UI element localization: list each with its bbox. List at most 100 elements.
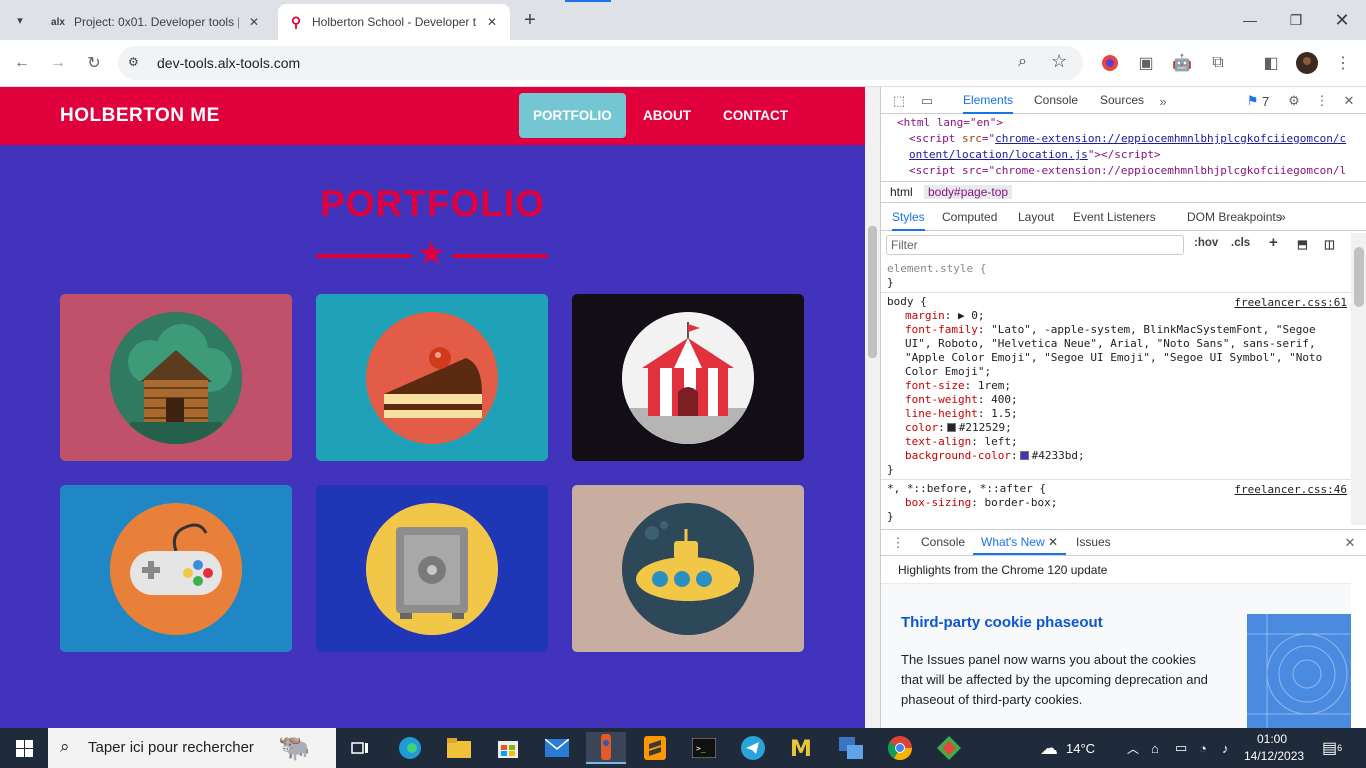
- chrome-icon[interactable]: [880, 732, 920, 764]
- reload-icon[interactable]: ↻: [81, 50, 107, 76]
- subtab-event-listeners[interactable]: Event Listeners: [1073, 204, 1156, 231]
- sublime-text-icon[interactable]: [635, 732, 675, 764]
- dom-script-line[interactable]: <script src="chrome-extension://eppiocem…: [897, 131, 1351, 147]
- clock[interactable]: 01:00 14/12/2023: [1244, 731, 1304, 765]
- feature-title[interactable]: Third-party cookie phaseout: [901, 614, 1103, 631]
- decl-text-align[interactable]: text-align: left;: [887, 435, 1345, 449]
- mail-icon[interactable]: [537, 732, 577, 764]
- edge-icon[interactable]: [390, 732, 430, 764]
- color-swatch[interactable]: [1019, 451, 1029, 460]
- side-panel-icon[interactable]: ◧: [1258, 50, 1284, 76]
- weather-widget[interactable]: ☁ 14°C: [1040, 728, 1095, 768]
- subtab-styles[interactable]: Styles: [892, 204, 925, 231]
- extensions-puzzle-icon[interactable]: ⧉: [1205, 50, 1231, 76]
- element-style-rule[interactable]: element.style { }: [881, 260, 1351, 293]
- drawer-tab-issues[interactable]: Issues: [1076, 530, 1111, 555]
- more-subtabs-icon[interactable]: »: [1279, 204, 1286, 231]
- decl-font-weight[interactable]: font-weight: 400;: [887, 393, 1345, 407]
- decl-line-height[interactable]: line-height: 1.5;: [887, 407, 1345, 421]
- extension-color-icon[interactable]: [1097, 50, 1123, 76]
- portfolio-item-circus[interactable]: [572, 294, 804, 461]
- crumb-html[interactable]: html: [886, 185, 917, 199]
- subtab-layout[interactable]: Layout: [1018, 204, 1054, 231]
- profile-avatar[interactable]: [1294, 50, 1320, 76]
- nav-contact[interactable]: CONTACT: [709, 93, 802, 138]
- styles-scrollbar-thumb[interactable]: [1354, 247, 1364, 307]
- store-icon[interactable]: [488, 732, 528, 764]
- minimize-icon[interactable]: —: [1238, 8, 1262, 32]
- dom-script-line-2[interactable]: <script src="chrome-extension://eppiocem…: [897, 163, 1351, 179]
- extension-robot-icon[interactable]: 🤖: [1169, 50, 1195, 76]
- settings-gear-icon[interactable]: ⚙: [1285, 92, 1303, 110]
- address-bar[interactable]: ⚙ dev-tools.alx-tools.com ⌕ ☆: [118, 46, 1083, 80]
- body-rule[interactable]: body { freelancer.css:61 margin: ▶ 0; fo…: [881, 293, 1351, 480]
- decl-font-size[interactable]: font-size: 1rem;: [887, 379, 1345, 393]
- extension-box-icon[interactable]: ▣: [1133, 50, 1159, 76]
- tab-elements[interactable]: Elements: [963, 87, 1014, 114]
- decl-background-color[interactable]: background-color: #4233bd;: [887, 449, 1345, 463]
- telegram-icon[interactable]: [733, 732, 773, 764]
- toggle-sidebar-icon[interactable]: ◫: [1324, 237, 1335, 251]
- close-window-icon[interactable]: ✕: [1330, 8, 1354, 32]
- universal-rule-source-link[interactable]: freelancer.css:46: [1234, 483, 1347, 497]
- dom-tree[interactable]: <html lang="en"> <script src="chrome-ext…: [881, 115, 1351, 179]
- element-state-icon[interactable]: ⬒: [1297, 237, 1308, 251]
- inspect-element-icon[interactable]: ⬚: [890, 92, 908, 110]
- notifications-icon[interactable]: ▤ 6: [1322, 728, 1342, 768]
- tray-meet-icon[interactable]: ⌂: [1151, 728, 1159, 768]
- menu-kebab-icon[interactable]: ⋮: [1330, 50, 1356, 76]
- site-brand[interactable]: HOLBERTON ME: [60, 105, 220, 127]
- page-scrollbar[interactable]: [865, 87, 880, 728]
- new-rule-icon[interactable]: +: [1269, 234, 1278, 251]
- color-swatch[interactable]: [946, 423, 956, 432]
- site-info-icon[interactable]: ⚙: [128, 55, 144, 71]
- tab-project[interactable]: alx Project: 0x01. Developer tools | ✕: [40, 4, 272, 40]
- restore-icon[interactable]: ❐: [1284, 8, 1308, 32]
- portfolio-item-submarine[interactable]: [572, 485, 804, 652]
- nav-about[interactable]: ABOUT: [629, 93, 705, 138]
- subtab-dom-breakpoints[interactable]: DOM Breakpoints: [1187, 204, 1282, 231]
- decl-color[interactable]: color: #212529;: [887, 421, 1345, 435]
- portfolio-item-cake[interactable]: [316, 294, 548, 461]
- task-view-icon[interactable]: [340, 732, 380, 764]
- network-app-icon[interactable]: [831, 732, 871, 764]
- hov-toggle[interactable]: :hov: [1194, 237, 1218, 249]
- start-button[interactable]: [0, 728, 48, 768]
- portfolio-item-safe[interactable]: [316, 485, 548, 652]
- close-drawer-icon[interactable]: ✕: [1341, 534, 1359, 552]
- close-icon[interactable]: ✕: [484, 14, 500, 30]
- tray-chevron-icon[interactable]: ︿: [1127, 728, 1139, 768]
- devtools-menu-icon[interactable]: ⋮: [1313, 92, 1331, 110]
- tab-holberton[interactable]: ⚲ Holberton School - Developer t ✕: [278, 4, 510, 40]
- close-icon[interactable]: ✕: [246, 14, 262, 30]
- bookmark-star-icon[interactable]: ☆: [1051, 51, 1067, 72]
- decl-box-sizing[interactable]: box-sizing: border-box;: [887, 496, 1345, 510]
- close-icon[interactable]: ✕: [1048, 535, 1058, 549]
- forward-icon[interactable]: →: [45, 50, 71, 76]
- new-tab-button[interactable]: +: [518, 8, 542, 32]
- crumb-body[interactable]: body#page-top: [924, 185, 1013, 199]
- styles-pane[interactable]: element.style { } body { freelancer.css:…: [881, 260, 1351, 525]
- body-rule-source-link[interactable]: freelancer.css:61: [1234, 296, 1347, 310]
- diamond-app-icon[interactable]: [929, 732, 969, 764]
- issues-counter[interactable]: ⚑ 7: [1243, 92, 1273, 110]
- taskbar-search[interactable]: ⌕ Taper ici pour rechercher 🐃: [48, 728, 336, 768]
- device-toolbar-icon[interactable]: ▭: [918, 92, 936, 110]
- drawer-tab-console[interactable]: Console: [921, 530, 965, 555]
- portfolio-item-game[interactable]: [60, 485, 292, 652]
- portfolio-item-cabin[interactable]: [60, 294, 292, 461]
- tab-search-button[interactable]: ▾: [8, 8, 32, 32]
- tray-battery-icon[interactable]: ▭: [1175, 728, 1187, 768]
- universal-rule[interactable]: *, *::before, *::after { freelancer.css:…: [881, 480, 1351, 525]
- tray-volume-icon[interactable]: ♪: [1222, 728, 1229, 768]
- cls-toggle[interactable]: .cls: [1231, 237, 1250, 249]
- tray-wifi-icon[interactable]: ◔: [1199, 728, 1207, 768]
- decl-margin[interactable]: margin: ▶ 0;: [887, 309, 1345, 323]
- nav-portfolio[interactable]: PORTFOLIO: [519, 93, 626, 138]
- zoom-icon[interactable]: ⌕: [1018, 53, 1027, 71]
- chrome-remote-app-icon[interactable]: [586, 732, 626, 764]
- drawer-menu-icon[interactable]: ⋮: [889, 534, 907, 552]
- close-devtools-icon[interactable]: ✕: [1340, 92, 1358, 110]
- drawer-tab-whats-new[interactable]: What's New ✕: [973, 530, 1067, 555]
- m-app-icon[interactable]: M: [782, 732, 822, 764]
